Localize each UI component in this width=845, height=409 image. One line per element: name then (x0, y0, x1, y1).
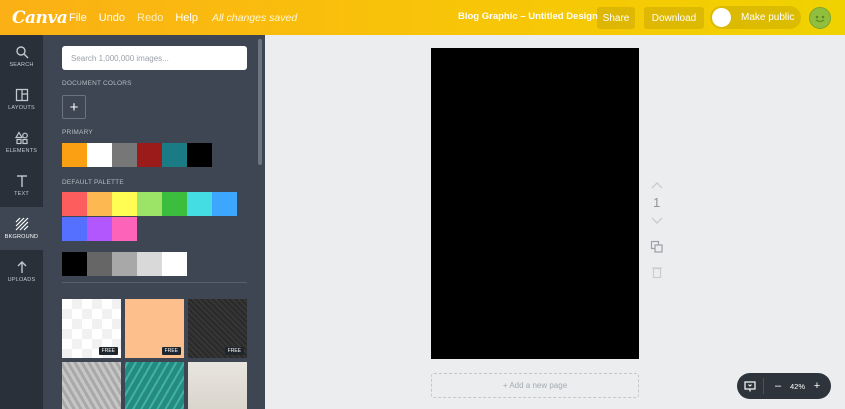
primary-title: PRIMARY (62, 129, 93, 136)
background-icon (15, 217, 28, 231)
color-swatch[interactable] (137, 143, 162, 167)
menu-help[interactable]: Help (175, 12, 198, 24)
palette-row-1 (62, 192, 237, 216)
menu-redo[interactable]: Redo (137, 12, 163, 24)
layouts-icon (15, 88, 28, 102)
copy-page-icon[interactable] (650, 240, 664, 254)
save-status: All changes saved (211, 11, 298, 24)
color-swatch[interactable] (112, 252, 137, 276)
text-icon (16, 175, 27, 187)
color-swatch[interactable] (62, 143, 87, 167)
zoom-separator (763, 378, 764, 394)
rail-item-elements[interactable]: ELEMENTS (0, 121, 43, 164)
rail-item-layouts[interactable]: LAYOUTS (0, 78, 43, 121)
document-title[interactable]: Blog Graphic – Untitled Design (458, 11, 598, 22)
color-swatch[interactable] (87, 252, 112, 276)
rail-label: LAYOUTS (8, 105, 35, 111)
color-swatch[interactable] (162, 143, 187, 167)
color-swatch[interactable] (162, 252, 187, 276)
rail-label: UPLOADS (7, 277, 36, 283)
rail-item-background[interactable]: BKGROUND (0, 207, 43, 250)
move-page-down-icon[interactable] (650, 216, 664, 225)
rail-item-uploads[interactable]: UPLOADS (0, 250, 43, 293)
gray-swatches (62, 252, 187, 276)
color-swatch[interactable] (187, 143, 212, 167)
design-page[interactable] (431, 48, 639, 359)
make-public-toggle[interactable]: Make public (710, 6, 801, 29)
share-button[interactable]: Share (597, 7, 635, 29)
free-badge: FREE (224, 347, 244, 355)
free-badge: FREE (161, 347, 181, 355)
color-swatch[interactable] (137, 192, 162, 216)
zoom-level[interactable]: 42% (790, 382, 805, 391)
color-swatch[interactable] (112, 192, 137, 216)
zoom-out-button[interactable]: – (772, 380, 784, 392)
panel-divider (62, 282, 247, 283)
background-thumb-gray-pattern[interactable] (62, 362, 121, 409)
color-swatch[interactable] (87, 217, 112, 241)
toggle-knob (712, 8, 731, 27)
color-swatch[interactable] (87, 192, 112, 216)
background-thumb-dark[interactable]: FREE (188, 299, 247, 358)
color-swatch[interactable] (62, 217, 87, 241)
search-icon (15, 46, 28, 59)
menu-file[interactable]: File (69, 12, 87, 24)
add-page-button[interactable]: + Add a new page (431, 373, 639, 398)
present-icon (744, 380, 756, 391)
page-number: 1 (653, 195, 661, 210)
add-document-color-button[interactable]: + (62, 95, 86, 119)
rail-label: ELEMENTS (5, 148, 38, 154)
color-swatch[interactable] (62, 252, 87, 276)
canva-logo[interactable]: Canva (12, 8, 68, 28)
free-badge: FREE (98, 347, 118, 355)
avatar-face-icon (815, 15, 825, 23)
color-swatch[interactable] (137, 252, 162, 276)
rail-label: TEXT (14, 191, 29, 197)
rail-label: SEARCH (9, 62, 34, 68)
delete-page-icon[interactable] (650, 265, 664, 279)
uploads-icon (17, 261, 26, 273)
image-search-input[interactable] (62, 46, 247, 70)
color-swatch[interactable] (187, 192, 212, 216)
background-thumb-white[interactable]: FREE (62, 299, 121, 358)
make-public-label: Make public (741, 12, 795, 23)
avatar[interactable] (809, 7, 831, 29)
plus-icon: + (69, 98, 79, 116)
rail-item-search[interactable]: SEARCH (0, 35, 43, 78)
top-bar: Canva File Undo Redo Help All changes sa… (0, 0, 845, 35)
color-swatch[interactable] (62, 192, 87, 216)
document-colors-title: DOCUMENT COLORS (62, 80, 132, 87)
default-palette-title: DEFAULT PALETTE (62, 179, 124, 186)
rail-item-text[interactable]: TEXT (0, 164, 43, 207)
zoom-in-button[interactable]: + (811, 380, 823, 392)
background-thumb-beige[interactable] (188, 362, 247, 409)
background-panel: DOCUMENT COLORS + PRIMARY DEFAULT PALETT… (43, 35, 265, 409)
move-page-up-icon[interactable] (650, 181, 664, 190)
background-thumb-teal-stripes[interactable] (125, 362, 184, 409)
palette-row-2 (62, 217, 137, 241)
download-button[interactable]: Download (644, 7, 704, 29)
present-button[interactable] (737, 380, 763, 392)
color-swatch[interactable] (87, 143, 112, 167)
color-swatch[interactable] (162, 192, 187, 216)
panel-scrollbar[interactable] (258, 39, 262, 165)
left-nav-rail: SEARCH LAYOUTS ELEMENTS TEXT BKGROUND UP… (0, 35, 43, 409)
menu-undo[interactable]: Undo (99, 12, 125, 24)
primary-swatches (62, 143, 212, 167)
color-swatch[interactable] (112, 143, 137, 167)
color-swatch[interactable] (112, 217, 137, 241)
rail-label: BKGROUND (4, 234, 39, 240)
color-swatch[interactable] (212, 192, 237, 216)
zoom-control: – 42% + (737, 373, 831, 399)
elements-icon (14, 131, 28, 145)
background-thumb-peach[interactable]: FREE (125, 299, 184, 358)
